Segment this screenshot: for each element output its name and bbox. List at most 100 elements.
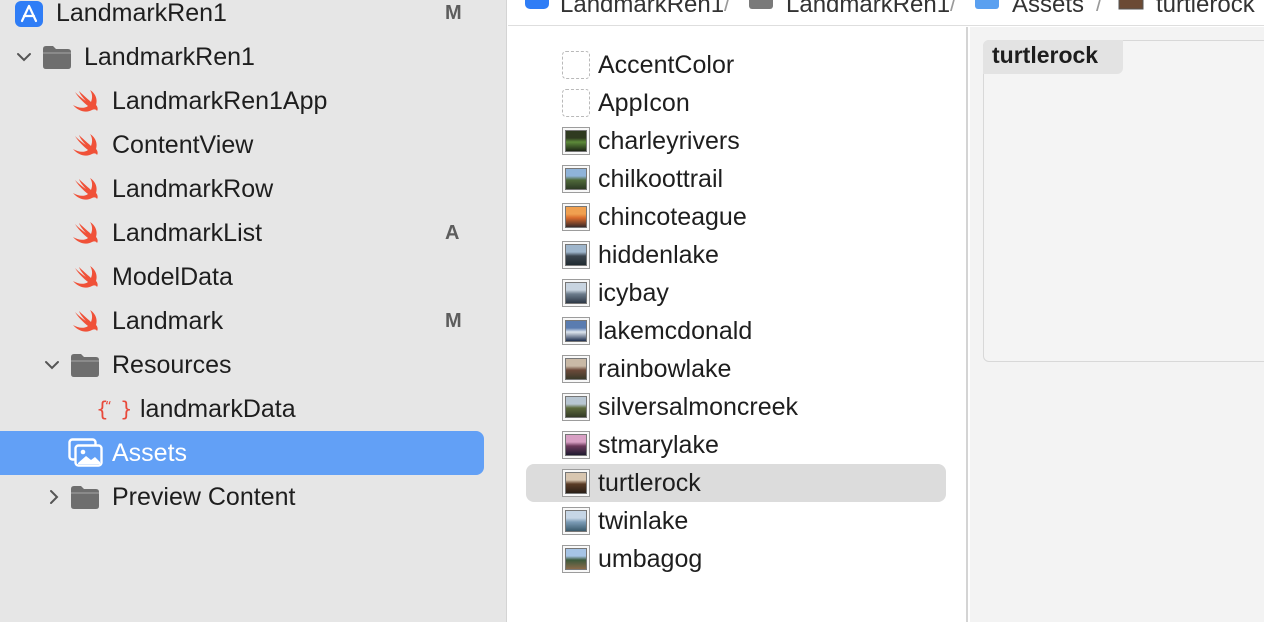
file-label: LandmarkRow bbox=[112, 175, 274, 203]
asset-row[interactable]: icybay bbox=[526, 274, 946, 312]
app-icon bbox=[15, 1, 43, 27]
asset-label: silversalmoncreek bbox=[598, 393, 799, 421]
breadcrumb-item[interactable]: turtlerock bbox=[1156, 0, 1255, 19]
navigator-file-row[interactable]: ContentView bbox=[0, 123, 506, 167]
asset-label: stmarylake bbox=[598, 431, 719, 459]
chevron-down-icon[interactable] bbox=[44, 357, 60, 373]
navigator-file-landmarkdata[interactable]: { “ } landmarkData bbox=[0, 387, 506, 431]
asset-row[interactable]: silversalmoncreek bbox=[526, 388, 946, 426]
asset-label: umbagog bbox=[598, 545, 703, 573]
asset-label: hiddenlake bbox=[598, 241, 719, 269]
breadcrumb-separator: / bbox=[724, 0, 731, 16]
asset-label: AccentColor bbox=[598, 51, 735, 79]
asset-label: AppIcon bbox=[598, 89, 690, 117]
project-name: LandmarkRen1 bbox=[56, 0, 227, 27]
asset-row[interactable]: lakemcdonald bbox=[526, 312, 946, 350]
asset-label: lakemcdonald bbox=[598, 317, 753, 345]
asset-label: twinlake bbox=[598, 507, 689, 535]
image-thumbnail-icon bbox=[562, 317, 590, 345]
app-icon-set-icon bbox=[562, 89, 590, 117]
asset-row[interactable]: AccentColor bbox=[526, 46, 946, 84]
image-set-card bbox=[983, 40, 1264, 362]
project-navigator: LandmarkRen1 M LandmarkRen1 LandmarkRen1… bbox=[0, 0, 507, 622]
navigator-file-row[interactable]: LandmarkList A bbox=[0, 211, 506, 255]
asset-label: chincoteague bbox=[598, 203, 747, 231]
asset-row[interactable]: rainbowlake bbox=[526, 350, 946, 388]
navigator-resources-row[interactable]: Resources bbox=[0, 343, 506, 387]
navigator-file-row[interactable]: LandmarkRen1App bbox=[0, 79, 506, 123]
assets-label: Assets bbox=[112, 439, 188, 467]
file-label: ModelData bbox=[112, 263, 233, 291]
image-thumbnail-icon bbox=[562, 507, 590, 535]
swift-icon bbox=[73, 266, 98, 288]
navigator-file-row[interactable]: ModelData bbox=[0, 255, 506, 299]
image-thumbnail-icon bbox=[562, 165, 590, 193]
preview-content-label: Preview Content bbox=[112, 483, 296, 511]
navigator-file-row[interactable]: Landmark M bbox=[0, 299, 506, 343]
navigator-file-row[interactable]: LandmarkRow bbox=[0, 167, 506, 211]
asset-row[interactable]: chilkoottrail bbox=[526, 160, 946, 198]
image-thumbnail-icon bbox=[562, 279, 590, 307]
image-set-title-tab[interactable]: turtlerock bbox=[983, 40, 1123, 74]
breadcrumb-item[interactable]: LandmarkRen1 bbox=[560, 0, 724, 19]
image-thumbnail-icon bbox=[562, 393, 590, 421]
json-icon: { “ } bbox=[96, 397, 130, 421]
color-set-icon bbox=[562, 51, 590, 79]
asset-label: rainbowlake bbox=[598, 355, 732, 383]
asset-label: charleyrivers bbox=[598, 127, 740, 155]
image-thumbnail-icon bbox=[562, 431, 590, 459]
file-label: LandmarkRen1App bbox=[112, 87, 328, 115]
folder-icon bbox=[43, 46, 71, 69]
file-label: Landmark bbox=[112, 307, 224, 335]
image-thumbnail-icon bbox=[562, 127, 590, 155]
breadcrumb: LandmarkRen1 / LandmarkRen1 / Assets / t… bbox=[508, 0, 1264, 26]
folder-icon bbox=[71, 354, 99, 377]
asset-row[interactable]: chincoteague bbox=[526, 198, 946, 236]
asset-row[interactable]: turtlerock bbox=[526, 464, 946, 502]
navigator-project-row[interactable]: LandmarkRen1 M bbox=[0, 0, 506, 35]
asset-row[interactable]: charleyrivers bbox=[526, 122, 946, 160]
image-thumbnail-icon bbox=[562, 355, 590, 383]
image-thumbnail-icon bbox=[562, 241, 590, 269]
breadcrumb-separator: / bbox=[950, 0, 957, 16]
asset-row[interactable]: stmarylake bbox=[526, 426, 946, 464]
asset-detail-pane: turtlerock bbox=[970, 27, 1264, 622]
swift-icon bbox=[73, 134, 98, 156]
image-thumbnail-icon bbox=[1118, 0, 1144, 10]
image-thumbnail-icon bbox=[562, 545, 590, 573]
navigator-group-row[interactable]: LandmarkRen1 bbox=[0, 35, 506, 79]
asset-row[interactable]: hiddenlake bbox=[526, 236, 946, 274]
file-label: ContentView bbox=[112, 131, 254, 159]
file-label: LandmarkList bbox=[112, 219, 263, 247]
asset-row[interactable]: twinlake bbox=[526, 502, 946, 540]
svg-text:}: } bbox=[120, 397, 130, 421]
chevron-down-icon[interactable] bbox=[16, 49, 32, 65]
chevron-right-icon[interactable] bbox=[46, 489, 62, 505]
breadcrumb-separator: / bbox=[1096, 0, 1103, 16]
image-thumbnail-icon bbox=[562, 469, 590, 497]
project-status-badge: M bbox=[445, 2, 462, 24]
asset-row[interactable]: umbagog bbox=[526, 540, 946, 578]
image-thumbnail-icon bbox=[562, 203, 590, 231]
navigator-assets-row[interactable]: Assets bbox=[0, 431, 506, 475]
asset-label: icybay bbox=[598, 279, 669, 307]
file-status-badge: A bbox=[445, 222, 460, 244]
asset-label: turtlerock bbox=[598, 469, 701, 497]
asset-list: AccentColor AppIcon charleyrivers chilkoott… bbox=[508, 27, 968, 622]
breadcrumb-item[interactable]: LandmarkRen1 bbox=[786, 0, 950, 19]
file-label: landmarkData bbox=[140, 395, 296, 423]
asset-catalog-icon bbox=[975, 0, 999, 9]
swift-icon bbox=[73, 90, 98, 112]
image-set-title: turtlerock bbox=[992, 42, 1099, 68]
svg-text:“: “ bbox=[105, 400, 112, 415]
app-icon bbox=[525, 0, 549, 9]
navigator-preview-content-row[interactable]: Preview Content bbox=[0, 475, 506, 519]
resources-label: Resources bbox=[112, 351, 232, 379]
folder-icon bbox=[749, 0, 773, 9]
breadcrumb-item[interactable]: Assets bbox=[1012, 0, 1084, 19]
swift-icon bbox=[73, 178, 98, 200]
folder-icon bbox=[71, 486, 99, 509]
asset-row[interactable]: AppIcon bbox=[526, 84, 946, 122]
swift-icon bbox=[73, 222, 98, 244]
swift-icon bbox=[73, 310, 98, 332]
